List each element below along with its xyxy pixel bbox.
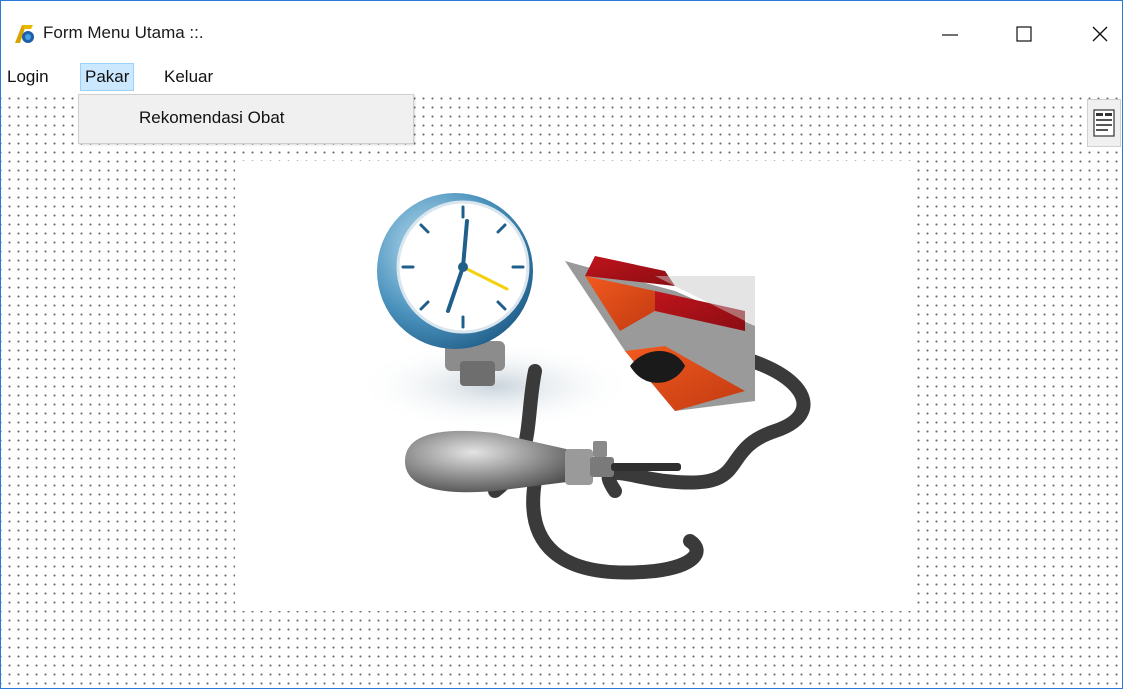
- menu-keluar[interactable]: Keluar: [160, 63, 217, 91]
- close-button[interactable]: [1077, 15, 1122, 53]
- properties-button[interactable]: [1087, 99, 1121, 147]
- main-window: Form Menu Utama ::. Login Pakar Keluar R…: [0, 0, 1123, 689]
- window-title: Form Menu Utama ::.: [43, 23, 204, 42]
- menu-pakar[interactable]: Pakar: [80, 63, 135, 91]
- sphygmomanometer-illustration: [355, 193, 811, 580]
- app-icon: [15, 25, 34, 43]
- properties-icon: [1093, 109, 1115, 137]
- close-icon: [1092, 26, 1108, 42]
- minimize-button[interactable]: [927, 15, 973, 53]
- minimize-icon: [942, 34, 958, 36]
- pakar-dropdown-menu: Rekomendasi Obat: [78, 94, 414, 144]
- sphygmomanometer-image: [235, 161, 915, 611]
- title-bar[interactable]: Form Menu Utama ::.: [1, 1, 1122, 63]
- menu-login[interactable]: Login: [3, 63, 53, 91]
- maximize-icon: [1016, 26, 1032, 42]
- menu-bar: Login Pakar Keluar: [1, 63, 1122, 91]
- menu-item-rekomendasi-obat[interactable]: Rekomendasi Obat: [139, 108, 285, 128]
- maximize-button[interactable]: [1001, 15, 1047, 53]
